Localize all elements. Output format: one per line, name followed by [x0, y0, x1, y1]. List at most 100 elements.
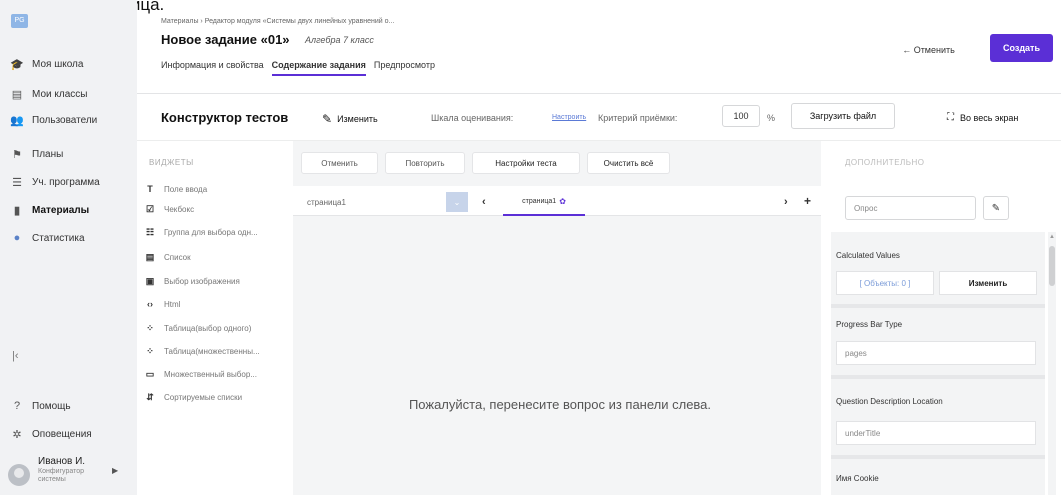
chevron-right-icon: ▶: [112, 466, 119, 475]
fullscreen-button[interactable]: ⛶ Во весь экран: [947, 112, 1018, 123]
divider: [831, 304, 1045, 308]
page-title: Новое задание «01»: [161, 32, 290, 47]
setup-link[interactable]: Настроить: [552, 114, 586, 121]
multi-select-icon: ▭: [145, 368, 155, 379]
sidebar-item-label: Оповещения: [32, 428, 92, 440]
progress-bar-type-label: Progress Bar Type: [836, 320, 903, 329]
widget-label: Таблица(выбор одного): [164, 323, 252, 333]
divider: [137, 93, 1061, 94]
chevron-right-icon[interactable]: ›: [784, 196, 788, 208]
user-role-2: системы: [38, 476, 66, 483]
sidebar-item-curriculum[interactable]: ☰ Уч. программа: [10, 172, 100, 192]
widget-ranking[interactable]: ⇵ Сортируемые списки: [145, 390, 242, 404]
pencil-icon[interactable]: ✎: [983, 196, 1009, 220]
sidebar-item-label: Материалы: [32, 204, 90, 216]
user-name: Иванов И.: [38, 456, 86, 467]
progress-bar-type-field[interactable]: pages: [836, 341, 1036, 365]
scale-label: Шкала оценивания:: [431, 113, 514, 123]
tab-preview[interactable]: Предпросмотр: [374, 60, 435, 76]
sidebar-item-users[interactable]: 👥 Пользователи: [10, 110, 97, 130]
list-icon: ☰: [12, 176, 22, 189]
chevron-down-icon[interactable]: ⌄: [446, 192, 468, 212]
sort-icon: ⇵: [146, 391, 154, 402]
cookie-name-label: Имя Cookie: [836, 474, 879, 483]
widget-label: Список: [164, 252, 191, 262]
logo: PG: [11, 14, 28, 28]
code-icon: ‹›: [147, 299, 153, 309]
collapse-sidebar-icon[interactable]: |‹: [12, 350, 19, 362]
widget-matrix-multiple[interactable]: ⁘ Таблица(множественны...: [145, 344, 259, 358]
objects-count[interactable]: [ Объекты: 0 ]: [836, 271, 934, 295]
page-select[interactable]: страница1: [307, 198, 346, 207]
flag-icon: ⚑: [12, 148, 22, 161]
criterion-input[interactable]: 100: [722, 105, 760, 127]
page-subtitle: Алгебра 7 класс: [305, 35, 374, 45]
user-role: Конфигуратор: [38, 468, 85, 475]
widget-radio-group[interactable]: ☷ Группа для выбора одн...: [145, 225, 258, 239]
tab-info[interactable]: Информация и свойства: [161, 60, 264, 76]
users-icon: 👥: [10, 114, 24, 127]
sidebar-item-materials[interactable]: ▮ Материалы: [10, 200, 89, 220]
image-icon: ▣: [145, 275, 155, 286]
edit-label: Изменить: [337, 114, 378, 124]
sidebar-item-my-classes[interactable]: ▤ Мои классы: [10, 84, 88, 104]
sidebar-item-help[interactable]: ? Помощь: [10, 396, 71, 416]
sidebar-item-my-school[interactable]: 🎓 Моя школа: [10, 54, 83, 74]
radio-list-icon: ☷: [145, 226, 155, 237]
widget-label: Чекбокс: [164, 204, 195, 214]
criterion-label: Критерий приёмки:: [598, 113, 678, 123]
sidebar-item-plans[interactable]: ⚑ Планы: [10, 144, 63, 164]
checkbox-icon: ☑: [145, 203, 155, 214]
gear-icon[interactable]: ✿: [559, 197, 566, 206]
pencil-icon: ✎: [322, 112, 333, 126]
widget-html[interactable]: ‹› Html: [145, 297, 180, 311]
edit-button[interactable]: ✎ Изменить: [322, 112, 378, 126]
matrix-icon: ⁘: [146, 322, 154, 333]
widget-multiple-choice[interactable]: ▭ Множественный выбор...: [145, 367, 257, 381]
graduation-icon: 🎓: [10, 58, 24, 71]
clear-all-button[interactable]: Очистить всё: [587, 152, 670, 174]
upload-file-button[interactable]: Загрузить файл: [791, 103, 895, 129]
help-icon: ?: [13, 400, 21, 412]
widget-dropdown[interactable]: ▤ Список: [145, 250, 191, 264]
test-settings-button[interactable]: Настройки теста: [472, 152, 580, 174]
sidebar-item-label: Мои классы: [32, 88, 88, 100]
change-button[interactable]: Изменить: [939, 271, 1037, 295]
widget-matrix-single[interactable]: ⁘ Таблица(выбор одного): [145, 321, 251, 335]
widgets-header: ВИДЖЕТЫ: [149, 158, 194, 167]
tab-content[interactable]: Содержание задания: [271, 60, 366, 76]
question-description-location-field[interactable]: underTitle: [836, 421, 1036, 445]
sidebar-item-label: Моя школа: [32, 58, 84, 70]
sidebar: PG 🎓 Моя школа ▤ Мои классы 👥 Пользовате…: [0, 0, 137, 495]
sidebar-item-label: Пользователи: [32, 114, 98, 126]
widget-label: Группа для выбора одн...: [164, 227, 258, 237]
text-icon: T: [147, 184, 153, 194]
widget-image-picker[interactable]: ▣ Выбор изображения: [145, 274, 240, 288]
sidebar-item-statistics[interactable]: ● Статистика: [10, 228, 85, 248]
add-page-icon[interactable]: +: [804, 194, 811, 208]
user-menu[interactable]: Иванов И. Конфигуратор системы ▶: [8, 456, 118, 492]
cancel-button[interactable]: ← Отменить: [874, 38, 983, 62]
object-selector[interactable]: Опрос: [845, 196, 976, 220]
fullscreen-label: Во весь экран: [960, 112, 1019, 123]
widget-text-input[interactable]: T Поле ввода: [145, 182, 207, 196]
page-tab-label: страница1: [522, 197, 557, 205]
scroll-up-icon[interactable]: ▲: [1049, 234, 1055, 240]
redo-button[interactable]: Повторить: [385, 152, 465, 174]
empty-canvas-message: Пожалуйста, перенесите вопрос из панели …: [408, 397, 712, 412]
widget-checkbox[interactable]: ☑ Чекбокс: [145, 202, 194, 216]
constructor-title: Конструктор тестов: [161, 110, 289, 125]
create-button[interactable]: Создать: [990, 34, 1053, 62]
divider: [831, 375, 1045, 379]
widget-label: Html: [164, 299, 181, 309]
chevron-left-icon[interactable]: ‹: [482, 196, 486, 208]
sidebar-item-label: Статистика: [32, 232, 85, 244]
divider: [831, 455, 1045, 459]
widget-label: Множественный выбор...: [164, 369, 257, 379]
breadcrumb[interactable]: Материалы › Редактор модуля «Системы дву…: [161, 18, 394, 25]
scrollbar-thumb[interactable]: [1049, 246, 1055, 286]
classes-icon: ▤: [11, 88, 23, 101]
sidebar-item-notifications[interactable]: ✲ Оповещения: [10, 424, 92, 444]
undo-button[interactable]: Отменить: [301, 152, 378, 174]
page-tab[interactable]: страница1 ✿: [503, 188, 585, 216]
